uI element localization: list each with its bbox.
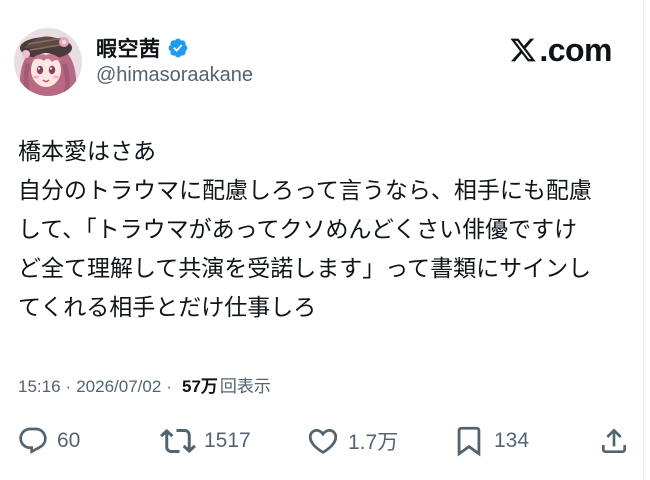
avatar[interactable]: [14, 28, 82, 96]
display-name[interactable]: 暇空茜: [96, 33, 161, 63]
tweet-date[interactable]: 2026/07/02: [76, 377, 161, 397]
retweet-icon: [160, 423, 196, 459]
brand-domain-text: .com: [539, 31, 612, 68]
retweet-button[interactable]: 1517: [160, 418, 251, 464]
x-logo-icon: [509, 36, 537, 64]
tweet-text-line: てくれる相手とだけ仕事しろ: [18, 295, 317, 321]
bookmark-button[interactable]: 134: [452, 418, 529, 464]
heart-icon: [306, 424, 340, 458]
views-label: 回表示: [219, 377, 271, 396]
tweet-text-line: ど全て理解して共演を受諾します」って書類にサインし: [18, 256, 592, 282]
verified-badge-icon: [167, 37, 189, 59]
views-count[interactable]: 57万: [182, 372, 218, 397]
bookmark-count: 134: [494, 429, 530, 452]
reply-count: 60: [57, 429, 81, 452]
tweet-text-line: 自分のトラウマに配慮しろって言うなら、相手にも配慮: [18, 178, 592, 204]
tweet-time[interactable]: 15:16: [18, 377, 61, 397]
account-handle[interactable]: @himasoraakane: [96, 64, 253, 87]
share-icon: [598, 425, 630, 457]
meta-separator: ·: [166, 377, 172, 396]
tweet-action-bar: 60 1517 1.7万 134: [0, 418, 650, 464]
brand-logo: .com: [509, 30, 612, 70]
tweet-text-line: 橋本愛はさあ: [18, 139, 156, 165]
bookmark-icon: [452, 424, 486, 458]
tweet-text: 橋本愛はさあ 自分のトラウマに配慮しろって言うなら、相手にも配慮 して、「トラウ…: [18, 133, 636, 328]
like-count: 1.7万: [348, 431, 399, 454]
reply-icon: [17, 425, 49, 457]
share-button[interactable]: [598, 418, 630, 464]
like-button[interactable]: 1.7万: [306, 418, 398, 464]
right-edge-divider: [643, 0, 644, 480]
reply-button[interactable]: 60: [17, 418, 80, 464]
tweet-meta: 15:16 · 2026/07/02 · 57万 回表示: [18, 372, 271, 397]
tweet-text-line: して、「トラウマがあってクソめんどくさい俳優ですけ: [18, 217, 578, 243]
author-name-row[interactable]: 暇空茜: [96, 34, 189, 62]
meta-separator: ·: [65, 377, 72, 396]
retweet-count: 1517: [204, 429, 251, 452]
avatar-illustration: [14, 28, 82, 96]
